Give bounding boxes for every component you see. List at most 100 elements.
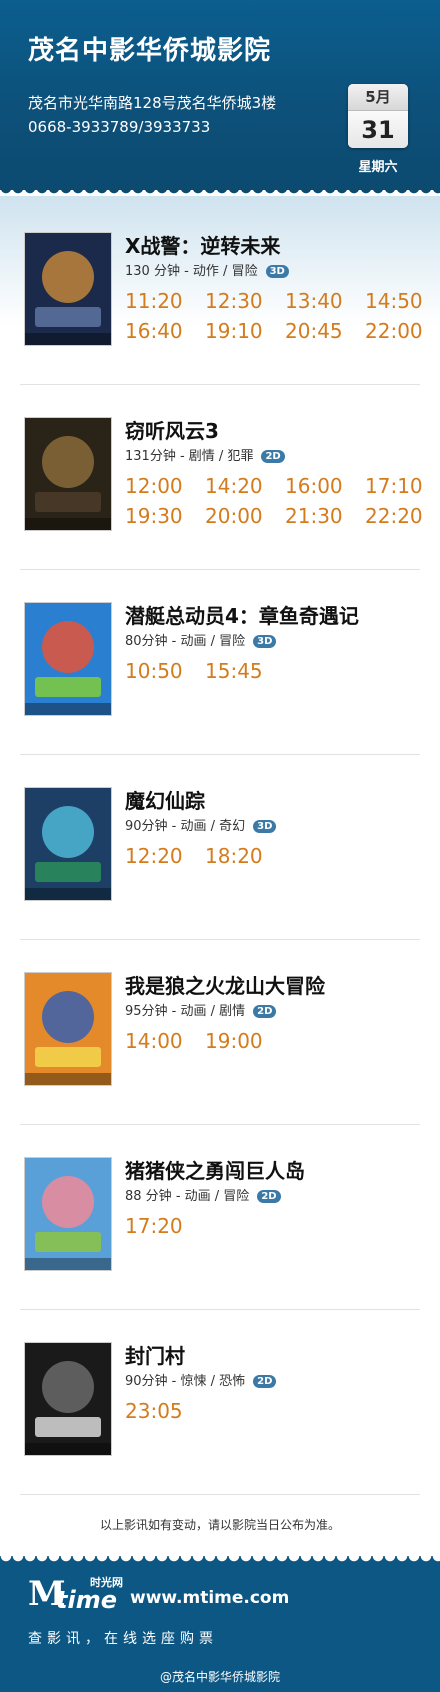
mtime-logo-time: time bbox=[56, 1586, 117, 1614]
movie-genre: 动画 / 冒险 bbox=[184, 1189, 250, 1204]
movie-poster-image bbox=[25, 418, 111, 530]
schedule-notice: 以上影讯如有变动，请以影院当日公布为准。 bbox=[99, 1518, 340, 1532]
movie-title[interactable]: 窃听风云3 bbox=[125, 415, 219, 444]
movie-divider bbox=[20, 1309, 420, 1310]
movie-duration: 131分钟 bbox=[125, 449, 176, 464]
meta-separator: - bbox=[171, 1189, 185, 1204]
movie-meta: 130 分钟 - 动作 / 冒险 3D bbox=[125, 260, 289, 279]
calendar-weekday: 星期六 bbox=[358, 160, 398, 175]
movie-divider bbox=[20, 1124, 420, 1125]
showtime[interactable]: 23:05 bbox=[125, 1398, 205, 1424]
meta-separator: - bbox=[179, 264, 193, 279]
movie-poster-image bbox=[25, 603, 111, 715]
movie-item: 我是狼之火龙山大冒险 95分钟 - 动画 / 剧情 2D 14:00 19:00 bbox=[0, 972, 440, 1157]
movie-meta: 90分钟 - 动画 / 奇幻 3D bbox=[125, 815, 277, 834]
movie-item: 猪猪侠之勇闯巨人岛 88 分钟 - 动画 / 冒险 2D 17:20 bbox=[0, 1157, 440, 1342]
showtime[interactable]: 22:20 bbox=[365, 503, 440, 529]
mtime-footer: M time 时光网 www.mtime.com 查影讯，在线选座购票 @茂名中… bbox=[0, 1556, 440, 1692]
movie-genre: 动画 / 剧情 bbox=[180, 1004, 246, 1019]
movie-poster[interactable] bbox=[24, 787, 112, 901]
cinema-header: 茂名中影华侨城影院 茂名市光华南路128号茂名华侨城3楼 0668-393378… bbox=[0, 0, 440, 190]
movie-divider bbox=[20, 754, 420, 755]
movie-meta: 88 分钟 - 动画 / 冒险 2D bbox=[125, 1185, 281, 1204]
showtime[interactable]: 19:30 bbox=[125, 503, 205, 529]
cinema-name: 茂名中影华侨城影院 bbox=[28, 36, 272, 66]
movie-meta: 131分钟 - 剧情 / 犯罪 2D bbox=[125, 445, 285, 464]
meta-separator: - bbox=[167, 819, 181, 834]
movie-duration: 90分钟 bbox=[125, 819, 168, 834]
movie-poster[interactable] bbox=[24, 232, 112, 346]
showtime[interactable]: 21:30 bbox=[285, 503, 365, 529]
showtime[interactable]: 17:10 bbox=[365, 473, 440, 499]
movie-genre: 惊悚 / 恐怖 bbox=[180, 1374, 246, 1389]
movie-poster[interactable] bbox=[24, 1342, 112, 1456]
format-badge: 2D bbox=[253, 1005, 277, 1018]
format-badge: 3D bbox=[253, 820, 277, 833]
movie-divider bbox=[20, 1494, 420, 1495]
showtime[interactable]: 17:20 bbox=[125, 1213, 205, 1239]
footer-scallop-edge bbox=[0, 1556, 440, 1566]
showtime[interactable]: 15:45 bbox=[205, 658, 285, 684]
showtime[interactable]: 19:00 bbox=[205, 1028, 285, 1054]
movie-divider bbox=[20, 384, 420, 385]
showtime[interactable]: 12:30 bbox=[205, 288, 285, 314]
showtime-list: 23:05 bbox=[125, 1398, 425, 1424]
showtime-list: 12:00 14:20 16:00 17:10 19:30 20:00 21:30 22:20 bbox=[125, 473, 425, 529]
showtime[interactable]: 16:00 bbox=[285, 473, 365, 499]
mtime-site-link[interactable]: www.mtime.com bbox=[130, 1588, 289, 1608]
showtime-list: 10:50 15:45 bbox=[125, 658, 425, 684]
movie-duration: 90分钟 bbox=[125, 1374, 168, 1389]
movie-title[interactable]: 封门村 bbox=[125, 1340, 185, 1369]
showtime[interactable]: 12:20 bbox=[125, 843, 205, 869]
format-badge: 2D bbox=[261, 450, 285, 463]
movie-title[interactable]: 猪猪侠之勇闯巨人岛 bbox=[125, 1155, 305, 1184]
movie-item: 窃听风云3 131分钟 - 剧情 / 犯罪 2D 12:00 14:20 16:00 17:… bbox=[0, 417, 440, 602]
showtime-list: 17:20 bbox=[125, 1213, 425, 1239]
showtime[interactable]: 18:20 bbox=[205, 843, 285, 869]
movie-item: 潜艇总动员4：章鱼奇遇记 80分钟 - 动画 / 冒险 3D 10:50 15:45 bbox=[0, 602, 440, 787]
showtime[interactable]: 13:40 bbox=[285, 288, 365, 314]
weibo-handle[interactable]: @茂名中影华侨城影院 bbox=[0, 1668, 440, 1685]
showtime[interactable]: 10:50 bbox=[125, 658, 205, 684]
movie-genre: 剧情 / 犯罪 bbox=[188, 449, 254, 464]
showtime[interactable]: 22:00 bbox=[365, 318, 440, 344]
movie-duration: 130 分钟 bbox=[125, 264, 180, 279]
format-badge: 2D bbox=[257, 1190, 281, 1203]
movie-poster-image bbox=[25, 788, 111, 900]
movie-duration: 88 分钟 bbox=[125, 1189, 172, 1204]
mtime-logo[interactable]: M time 时光网 bbox=[28, 1574, 128, 1614]
movie-title[interactable]: 魔幻仙踪 bbox=[125, 785, 205, 814]
calendar-month: 5月 bbox=[348, 84, 408, 111]
showtime-list: 12:20 18:20 bbox=[125, 843, 425, 869]
movie-title[interactable]: 我是狼之火龙山大冒险 bbox=[125, 970, 325, 999]
cinema-phone: 0668-3933789/3933733 bbox=[28, 118, 211, 136]
movie-genre: 动作 / 冒险 bbox=[192, 264, 258, 279]
movie-divider bbox=[20, 939, 420, 940]
showtime[interactable]: 20:00 bbox=[205, 503, 285, 529]
showtime[interactable]: 16:40 bbox=[125, 318, 205, 344]
movie-title[interactable]: 潜艇总动员4：章鱼奇遇记 bbox=[125, 600, 359, 629]
showtime[interactable]: 14:50 bbox=[365, 288, 440, 314]
movie-meta: 80分钟 - 动画 / 冒险 3D bbox=[125, 630, 277, 649]
movie-poster[interactable] bbox=[24, 1157, 112, 1271]
showtime[interactable]: 14:00 bbox=[125, 1028, 205, 1054]
calendar-date-badge: 5月 31 bbox=[348, 84, 408, 148]
movie-genre: 动画 / 冒险 bbox=[180, 634, 246, 649]
showtime[interactable]: 19:10 bbox=[205, 318, 285, 344]
calendar-day: 31 bbox=[348, 111, 408, 148]
cinema-address: 茂名市光华南路128号茂名华侨城3楼 bbox=[28, 94, 277, 112]
showtime[interactable]: 14:20 bbox=[205, 473, 285, 499]
movie-poster[interactable] bbox=[24, 972, 112, 1086]
movie-poster-image bbox=[25, 1158, 111, 1270]
showtime-list: 11:20 12:30 13:40 14:50 16:40 19:10 20:45 22:00 bbox=[125, 288, 425, 344]
showtime[interactable]: 12:00 bbox=[125, 473, 205, 499]
showtime[interactable]: 11:20 bbox=[125, 288, 205, 314]
showtime[interactable]: 20:45 bbox=[285, 318, 365, 344]
movie-item: X战警：逆转未来 130 分钟 - 动作 / 冒险 3D 11:20 12:30 13:4… bbox=[0, 232, 440, 417]
meta-separator: - bbox=[167, 1004, 181, 1019]
format-badge: 3D bbox=[265, 265, 289, 278]
meta-separator: - bbox=[175, 449, 189, 464]
movie-poster[interactable] bbox=[24, 602, 112, 716]
movie-poster[interactable] bbox=[24, 417, 112, 531]
movie-title[interactable]: X战警：逆转未来 bbox=[125, 230, 280, 259]
